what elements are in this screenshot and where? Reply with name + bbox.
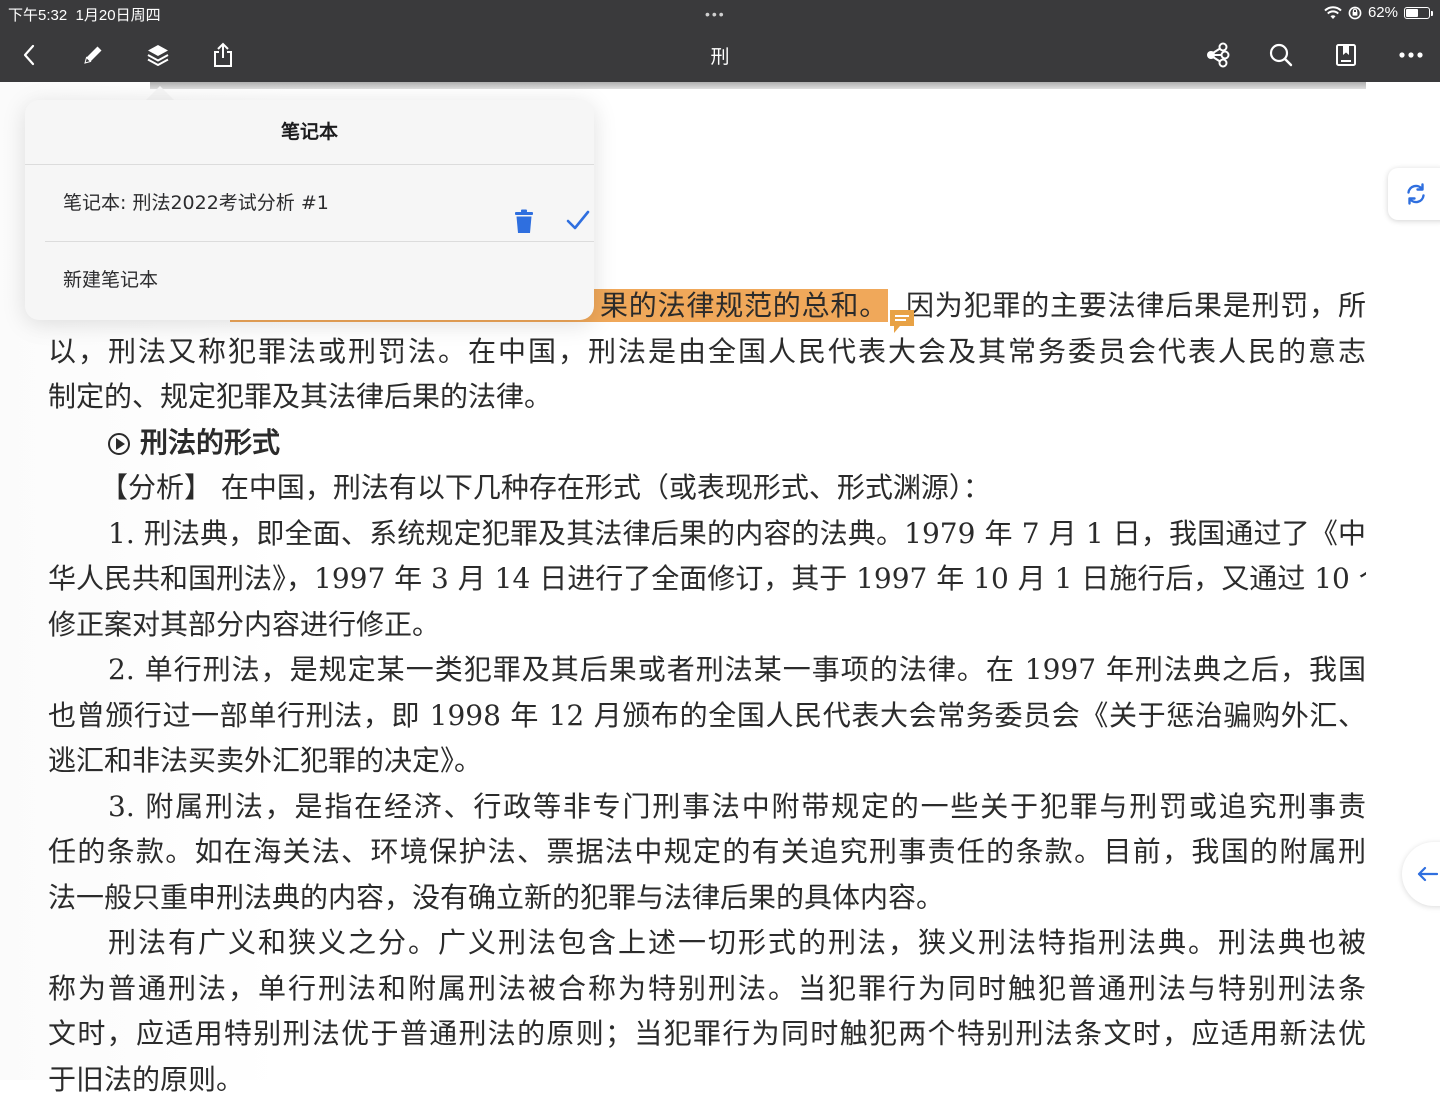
refresh-button[interactable]: [1388, 168, 1440, 220]
play-circle-icon: [108, 433, 130, 455]
text-line: 任的条款。如在海关法、环境保护法、票据法中规定的有关追究刑事责任的条款。目前，我…: [48, 829, 1366, 875]
text-line: 也曾颁行过一部单行刑法，即 1998 年 12 月颁布的全国人民代表大会常务委员…: [48, 693, 1366, 739]
page-edge-line: [150, 82, 1366, 89]
text-line: 法一般只重申刑法典的内容，没有确立新的犯罪与法律后果的具体内容。: [48, 875, 1366, 921]
notebook-item-label: 笔记本: 刑法2022考试分析 #1: [63, 192, 329, 214]
text-line: 华人民共和国刑法》，1997 年 3 月 14 日进行了全面修订，其于 1997…: [48, 556, 1366, 602]
status-date: 1月20日周四: [76, 7, 161, 24]
new-notebook-button[interactable]: 新建笔记本: [25, 242, 594, 318]
search-icon[interactable]: [1266, 40, 1296, 70]
battery-percent: 62%: [1368, 4, 1398, 21]
section-heading: 刑法的形式: [48, 420, 1366, 466]
analysis-line: 【分析】 在中国，刑法有以下几种存在形式（或表现形式、形式渊源）：: [48, 465, 1366, 511]
checkmark-icon: [565, 189, 591, 215]
status-right: 62%: [1324, 4, 1430, 21]
popover-title: 笔记本: [25, 100, 594, 165]
text-line: 文时，应适用特别刑法优于普通刑法的原则；当犯罪行为同时触犯两个特别刑法条文时，应…: [48, 1011, 1366, 1057]
text-line: 1. 刑法典，即全面、系统规定犯罪及其法律后果的内容的法典。1979 年 7 月…: [48, 511, 1366, 557]
document-text[interactable]: 果的法律规范的总和。因为犯罪的主要法律后果是刑罚，所 以，刑法又称犯罪法或刑罚法…: [48, 283, 1366, 1102]
chevron-left-icon[interactable]: [14, 40, 44, 70]
battery-icon: [1404, 7, 1430, 19]
notebook-popover: 笔记本 笔记本: 刑法2022考试分析 #1 新建笔记本: [25, 100, 594, 320]
text-line: 3. 附属刑法，是指在经济、行政等非专门刑事法中附带规定的一些关于犯罪与刑罚或追…: [48, 784, 1366, 830]
status-bar: 下午5:32 1月20日周四 ••• 62%: [0, 0, 1440, 28]
text-line: 称为普通刑法，单行刑法和附属刑法被合称为特别刑法。当犯罪行为同时触犯普通刑法与特…: [48, 966, 1366, 1012]
bookmark-icon[interactable]: [1331, 40, 1361, 70]
text-line: 制定的、规定犯罪及其法律后果的法律。: [48, 374, 1366, 420]
multitask-dots[interactable]: •••: [705, 6, 726, 22]
more-icon[interactable]: [1396, 40, 1426, 70]
status-time: 下午5:32 1月20日周四: [8, 4, 161, 25]
notebook-item[interactable]: 笔记本: 刑法2022考试分析 #1: [45, 165, 594, 242]
note-comment-icon[interactable]: [888, 308, 916, 340]
text-line: 于旧法的原则。: [48, 1057, 1366, 1102]
share-nodes-icon[interactable]: [1202, 40, 1232, 70]
new-notebook-label: 新建笔记本: [63, 269, 158, 291]
text-line: 2. 单行刑法，是规定某一类犯罪及其后果或者刑法某一事项的法律。在 1997 年…: [48, 647, 1366, 693]
orientation-lock-icon: [1348, 6, 1362, 20]
text-line: 逃汇和非法买卖外汇犯罪的决定》。: [48, 738, 1366, 784]
popover-arrow: [146, 86, 174, 100]
refresh-icon: [1404, 182, 1428, 206]
toolbar: 刑: [0, 28, 1440, 82]
arrow-left-icon: [1416, 866, 1438, 882]
trash-icon[interactable]: [513, 191, 535, 217]
text-line: 修正案对其部分内容进行修正。: [48, 602, 1366, 648]
share-icon[interactable]: [208, 40, 238, 70]
pencil-icon[interactable]: [78, 40, 108, 70]
layers-icon[interactable]: [143, 40, 173, 70]
text-line: 刑法有广义和狭义之分。广义刑法包含上述一切形式的刑法，狭义刑法特指刑法典。刑法典…: [48, 920, 1366, 966]
text-line: 以，刑法又称犯罪法或刑罚法。在中国，刑法是由全国人民代表大会及其常务委员会代表人…: [48, 329, 1366, 375]
wifi-icon: [1324, 6, 1342, 20]
